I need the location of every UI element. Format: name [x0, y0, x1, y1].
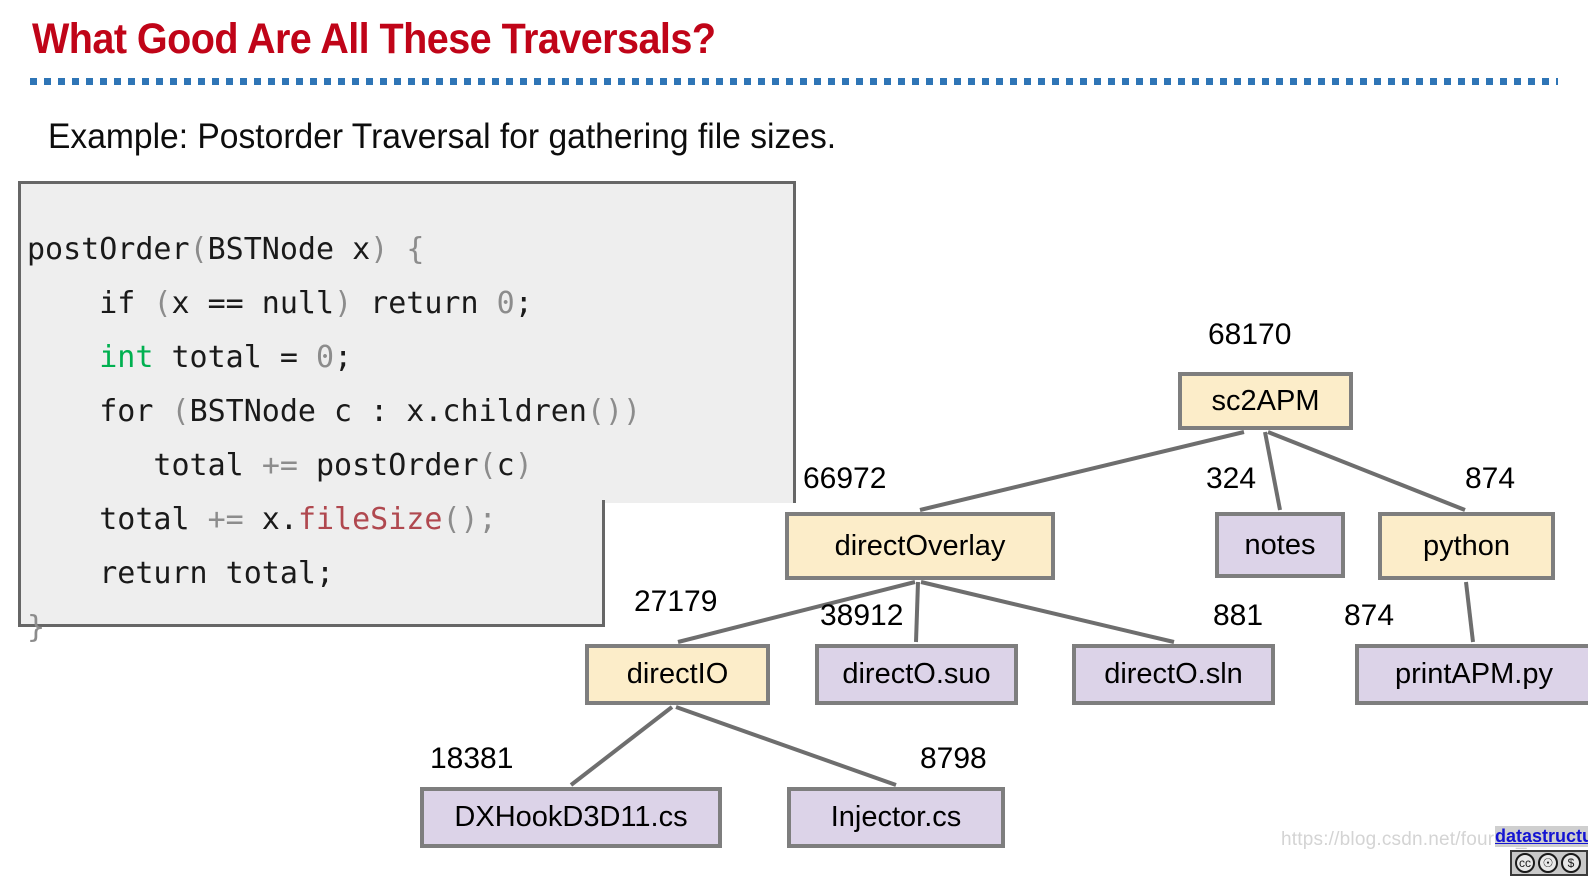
tree-node-directO.sln[interactable]: directO.sln: [1072, 644, 1275, 705]
cc-noncommercial-icon: $: [1561, 853, 1581, 873]
code-listing: postOrder(BSTNode x) { if (x == null) re…: [27, 223, 847, 655]
slide-canvas: What Good Are All These Traversals? Exam…: [0, 0, 1588, 876]
tree-node-label: Injector.cs: [830, 801, 962, 833]
tree-edge-directIO-to-Injector.cs: [675, 705, 897, 787]
tree-edge-directOverlay-to-directO.sln: [920, 580, 1175, 644]
tree-node-Injector.cs[interactable]: Injector.cs: [787, 787, 1005, 848]
tree-edge-sc2APM-to-notes: [1263, 431, 1282, 511]
tree-node-printAPM.py[interactable]: printAPM.py: [1355, 644, 1588, 705]
tree-node-label: python: [1422, 529, 1511, 562]
tree-node-label: sc2APM: [1211, 384, 1320, 417]
code-line-6: total += x.fileSize();: [27, 502, 497, 537]
tree-edge-python-to-printAPM.py: [1464, 581, 1475, 643]
code-line-7: return total;: [27, 556, 335, 591]
tree-size-label-DXHookD3D11.cs: 18381: [430, 742, 514, 775]
code-block: postOrder(BSTNode x) { if (x == null) re…: [18, 181, 798, 645]
tree-node-label: directOverlay: [834, 529, 1006, 562]
tree-size-label-notes: 324: [1206, 462, 1257, 495]
tree-node-label: DXHookD3D11.cs: [454, 801, 688, 833]
tree-edge-directIO-to-DXHookD3D11.cs: [569, 705, 674, 787]
code-line-8: }: [27, 610, 46, 645]
creative-commons-badge: cc ☉ $: [1510, 850, 1588, 876]
tree-node-label: directO.sln: [1104, 658, 1243, 690]
datastructure-tag-link[interactable]: datastructure: [1495, 826, 1588, 847]
tree-size-label-sc2APM: 68170: [1208, 318, 1292, 351]
tree-node-sc2APM[interactable]: sc2APM: [1178, 372, 1353, 430]
tree-node-label: directIO: [626, 658, 729, 690]
code-line-1: postOrder(BSTNode x) {: [27, 232, 425, 267]
cc-logo-icon: cc: [1515, 853, 1535, 873]
code-line-3: int total = 0;: [99, 340, 353, 375]
code-line-4: for (BSTNode c : x.children()): [27, 394, 642, 429]
tree-edge-directOverlay-to-directO.suo: [914, 581, 920, 643]
tree-node-label: notes: [1244, 528, 1316, 561]
code-line-5: total += postOrder(c): [27, 448, 533, 483]
tree-edge-sc2APM-to-python: [1267, 430, 1466, 512]
tree-size-label-directO.sln: 881: [1213, 599, 1264, 632]
cc-attribution-icon: ☉: [1538, 853, 1558, 873]
tree-size-label-Injector.cs: 8798: [920, 742, 987, 775]
tree-node-DXHookD3D11.cs[interactable]: DXHookD3D11.cs: [420, 787, 722, 848]
tree-size-label-printAPM.py: 874: [1344, 599, 1395, 632]
tree-node-label: directO.suo: [842, 658, 991, 690]
tree-node-notes[interactable]: notes: [1215, 512, 1345, 578]
tree-node-label: printAPM.py: [1395, 658, 1553, 690]
tree-node-python[interactable]: python: [1378, 512, 1555, 580]
code-line-2: if (x == null) return 0;: [27, 286, 533, 321]
tree-size-label-python: 874: [1465, 462, 1516, 495]
tree-edge-sc2APM-to-directOverlay: [919, 430, 1245, 512]
